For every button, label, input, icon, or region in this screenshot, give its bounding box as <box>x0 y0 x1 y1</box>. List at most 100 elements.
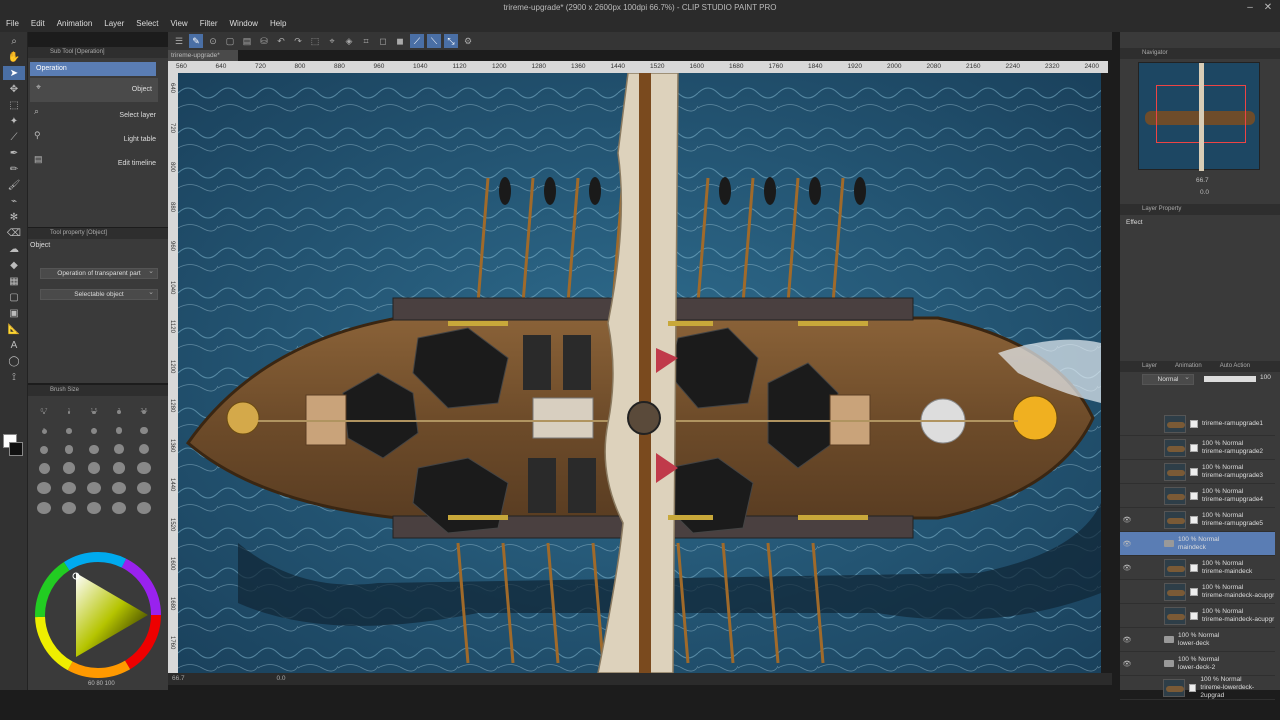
minimize-icon[interactable]: – <box>1240 0 1260 16</box>
brush-size-option[interactable]: 5 <box>84 420 104 434</box>
blend-mode-dropdown[interactable]: Normal <box>1142 373 1194 385</box>
fill-tool-icon[interactable]: ◆ <box>3 258 25 272</box>
menu-view[interactable]: View <box>165 16 194 32</box>
hand-icon[interactable]: ✋ <box>3 50 25 64</box>
transparent-part-dropdown[interactable]: Operation of transparent part <box>40 267 158 279</box>
pen-icon[interactable]: ✒ <box>3 146 25 160</box>
fill-icon[interactable]: ◈ <box>342 34 356 48</box>
snap-grid-icon[interactable]: ⟍ <box>427 34 441 48</box>
eraser-icon[interactable]: ⌫ <box>3 226 25 240</box>
ruler-icon[interactable]: 📐 <box>3 322 25 336</box>
menu-animation[interactable]: Animation <box>51 16 99 32</box>
selectable-object-dropdown[interactable]: Selectable object <box>40 288 158 300</box>
brush-size-option[interactable]: 250 <box>109 500 129 514</box>
navigator-preview[interactable] <box>1138 62 1260 171</box>
deselect-icon[interactable]: ◻ <box>376 34 390 48</box>
brush-size-option[interactable]: 120 <box>134 480 154 494</box>
brush-size-option[interactable]: 10 <box>59 440 79 454</box>
crop-icon[interactable]: ⌗ <box>359 34 373 48</box>
brush-size-option[interactable]: 300 <box>134 500 154 514</box>
brush-size-option[interactable]: 40 <box>109 460 129 474</box>
transform-icon[interactable]: ⌖ <box>325 34 339 48</box>
brush-size-option[interactable]: 50 <box>134 460 154 474</box>
tab-layer[interactable]: Layer <box>1142 361 1157 372</box>
brush-size-option[interactable]: 6 <box>109 420 129 434</box>
opacity-value[interactable]: 100 <box>1260 374 1271 381</box>
blend-icon[interactable]: ☁ <box>3 242 25 256</box>
layer-item[interactable]: 100 % Normal trireme-maindeck-acupgr <box>1120 580 1275 604</box>
gradient-icon[interactable]: ▦ <box>3 274 25 288</box>
menu-help[interactable]: Help <box>264 16 292 32</box>
open-icon[interactable]: ▤ <box>240 34 254 48</box>
new-icon[interactable]: ▢ <box>223 34 237 48</box>
brush-size-option[interactable]: 2.5 <box>134 400 154 414</box>
menu-layer[interactable]: Layer <box>98 16 130 32</box>
eye-icon[interactable]: 👁 <box>1120 516 1134 524</box>
save-icon[interactable]: ⛁ <box>257 34 271 48</box>
layer-folder[interactable]: 👁 100 % Normal lower-deck-2 <box>1120 652 1275 676</box>
airbrush-icon[interactable]: ⌁ <box>3 194 25 208</box>
brush-size-option[interactable]: 2 <box>109 400 129 414</box>
brush-size-option[interactable]: 150 <box>34 500 54 514</box>
tab-animation[interactable]: Animation <box>1175 361 1202 372</box>
move-layer-icon[interactable]: ✥ <box>3 82 25 96</box>
eye-icon[interactable]: 👁 <box>1120 636 1134 644</box>
subtool-light-table[interactable]: ⚲ Light table <box>28 126 168 150</box>
figure-icon[interactable]: ▢ <box>3 290 25 304</box>
menu-select[interactable]: Select <box>130 16 164 32</box>
navigator-angle[interactable]: 0.0 <box>1200 189 1209 196</box>
correct-line-icon[interactable]: ⟟ <box>3 370 25 384</box>
decoration-icon[interactable]: ✻ <box>3 210 25 224</box>
opacity-slider[interactable] <box>1204 376 1256 382</box>
layer-folder[interactable]: 👁 100 % Normal lower-deck <box>1120 628 1275 652</box>
layer-item[interactable]: 👁 100 % Normal trireme-maindeck <box>1120 556 1275 580</box>
operation-icon[interactable]: ➤ <box>3 66 25 80</box>
brush-size-option[interactable]: 1.5 <box>84 400 104 414</box>
menu-icon[interactable]: ☰ <box>172 34 186 48</box>
pencil-icon[interactable]: ✏ <box>3 162 25 176</box>
eye-icon[interactable]: 👁 <box>1120 660 1134 668</box>
layer-mode-icon[interactable]: ⊙ <box>206 34 220 48</box>
auto-select-icon[interactable]: ✦ <box>3 114 25 128</box>
brush-size-option[interactable]: 200 <box>84 500 104 514</box>
sub-color-swatch[interactable] <box>9 442 23 456</box>
brush-size-option[interactable]: 170 <box>59 500 79 514</box>
zoom-readout[interactable]: 66.7 <box>172 675 185 682</box>
invert-icon[interactable]: ◼ <box>393 34 407 48</box>
menu-window[interactable]: Window <box>224 16 264 32</box>
layer-item[interactable]: 100 % Normal trireme-ramupgrade3 <box>1120 460 1275 484</box>
snap-ruler-icon[interactable]: ⟋ <box>410 34 424 48</box>
canvas[interactable] <box>178 73 1101 673</box>
navigator-zoom[interactable]: 66.7 <box>1196 177 1209 184</box>
redo-icon[interactable]: ↷ <box>291 34 305 48</box>
menu-filter[interactable]: Filter <box>194 16 224 32</box>
layer-folder[interactable]: 👁 100 % Normal maindeck <box>1120 532 1275 556</box>
brush-size-option[interactable]: 100 <box>109 480 129 494</box>
brush-size-option[interactable]: 4 <box>59 420 79 434</box>
balloon-icon[interactable]: ◯ <box>3 354 25 368</box>
undo-icon[interactable]: ↶ <box>274 34 288 48</box>
eye-icon[interactable]: 👁 <box>1120 540 1134 548</box>
canvas-tab[interactable]: trireme-upgrade* <box>168 50 238 61</box>
clear-icon[interactable]: ⬚ <box>308 34 322 48</box>
brush-size-option[interactable]: 12 <box>84 440 104 454</box>
brush-size-option[interactable]: 7 <box>134 420 154 434</box>
brush-size-option[interactable]: 25 <box>59 460 79 474</box>
brush-size-option[interactable]: 80 <box>84 480 104 494</box>
eyedropper-icon[interactable]: ⟋ <box>3 130 25 144</box>
layer-item[interactable]: trireme-ramupgrade1 <box>1120 412 1275 436</box>
selection-icon[interactable]: ⬚ <box>3 98 25 112</box>
brush-size-option[interactable]: 70 <box>59 480 79 494</box>
brush-size-option[interactable]: 30 <box>84 460 104 474</box>
subtool-group-operation[interactable]: Operation <box>30 62 156 76</box>
layer-item[interactable]: 👁 100 % Normal trireme-ramupgrade5 <box>1120 508 1275 532</box>
settings-icon[interactable]: ⚙ <box>461 34 475 48</box>
brush-size-option[interactable]: 3 <box>34 420 54 434</box>
brush-size-option[interactable]: 60 <box>34 480 54 494</box>
subtool-edit-timeline[interactable]: ▤ Edit timeline <box>28 150 168 174</box>
tab-auto-action[interactable]: Auto Action <box>1220 361 1250 372</box>
pen-mode-icon[interactable]: ✎ <box>189 34 203 48</box>
layer-item[interactable]: 100 % Normal trireme-maindeck-acupgr <box>1120 604 1275 628</box>
menu-file[interactable]: File <box>0 16 25 32</box>
text-icon[interactable]: A <box>3 338 25 352</box>
